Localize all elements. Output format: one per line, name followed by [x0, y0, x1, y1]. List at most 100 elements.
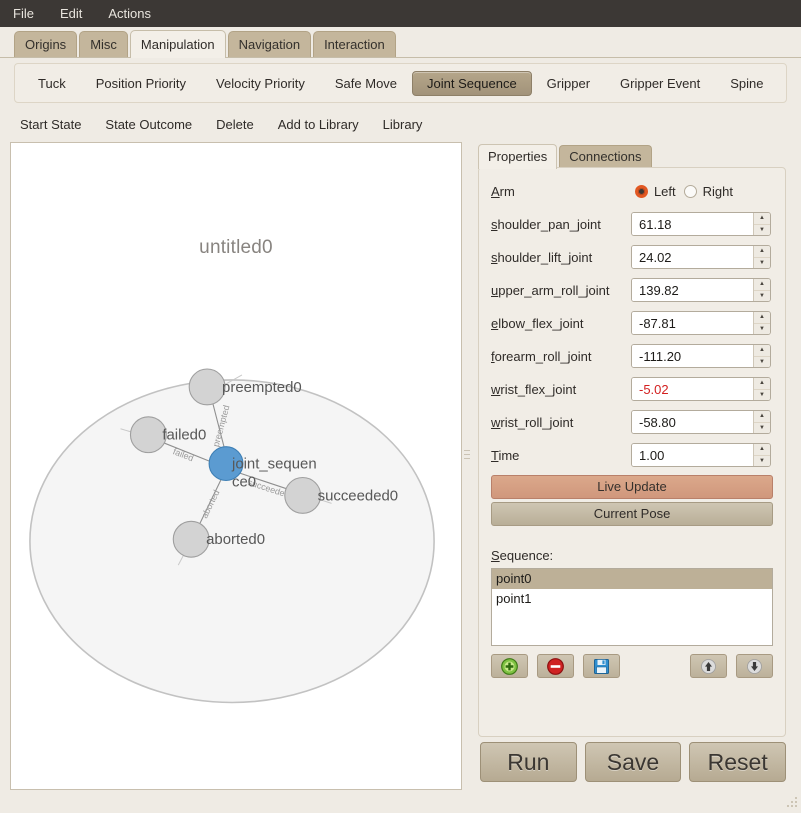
radio-arm-right[interactable]: Right [684, 184, 733, 199]
mode-safe-move[interactable]: Safe Move [320, 71, 412, 96]
spin-value[interactable]: 139.82 [632, 279, 753, 301]
save-sequence-button[interactable] [583, 654, 620, 678]
tab-origins[interactable]: Origins [14, 31, 77, 57]
field-row-forearm-roll-joint: forearm_roll_joint -111.20 ▲ ▼ [491, 343, 773, 369]
tab-misc[interactable]: Misc [79, 31, 128, 57]
mode-velocity-priority[interactable]: Velocity Priority [201, 71, 320, 96]
spin-value[interactable]: 61.18 [632, 213, 753, 235]
main-tab-strip: Origins Misc Manipulation Navigation Int… [0, 27, 801, 58]
properties-form: Arm Left Right shoulder_pan_jo [478, 167, 786, 737]
reset-button[interactable]: Reset [689, 742, 786, 782]
menu-item-actions[interactable]: Actions [105, 4, 154, 23]
list-item[interactable]: point0 [492, 569, 772, 589]
spin-value[interactable]: -5.02 [632, 378, 753, 400]
spin-buttons[interactable]: ▲ ▼ [753, 378, 770, 400]
mode-gripper[interactable]: Gripper [532, 71, 605, 96]
action-library[interactable]: Library [383, 117, 423, 132]
tab-properties[interactable]: Properties [478, 144, 557, 169]
move-down-button[interactable] [736, 654, 773, 678]
radio-unselected-icon [684, 185, 697, 198]
menu-item-file[interactable]: File [10, 4, 37, 23]
spin-down-icon[interactable]: ▼ [754, 423, 770, 434]
mode-toolbar: Tuck Position Priority Velocity Priority… [14, 63, 787, 103]
mode-spine[interactable]: Spine [715, 71, 778, 96]
spin-value[interactable]: 1.00 [632, 444, 753, 466]
spin-buttons[interactable]: ▲ ▼ [753, 345, 770, 367]
mode-position-priority[interactable]: Position Priority [81, 71, 201, 96]
remove-point-button[interactable] [537, 654, 574, 678]
splitter-grip-line [464, 458, 470, 459]
resize-grip-icon[interactable] [783, 795, 799, 811]
field-row-shoulder-lift-joint: shoulder_lift_joint 24.02 ▲ ▼ [491, 244, 773, 270]
spinbox-shoulder-lift-joint[interactable]: 24.02 ▲ ▼ [631, 245, 771, 269]
spin-down-icon[interactable]: ▼ [754, 357, 770, 368]
spin-up-icon[interactable]: ▲ [754, 213, 770, 225]
spin-up-icon[interactable]: ▲ [754, 279, 770, 291]
spinbox-upper-arm-roll-joint[interactable]: 139.82 ▲ ▼ [631, 278, 771, 302]
tab-manipulation[interactable]: Manipulation [130, 30, 226, 58]
spin-up-icon[interactable]: ▲ [754, 378, 770, 390]
add-point-button[interactable] [491, 654, 528, 678]
arm-radio-group: Left Right [631, 184, 773, 199]
node-label-succeeded0: succeeded0 [318, 487, 398, 504]
spin-buttons[interactable]: ▲ ▼ [753, 411, 770, 433]
label-time: Time [491, 448, 631, 463]
action-state-outcome[interactable]: State Outcome [105, 117, 192, 132]
tab-interaction[interactable]: Interaction [313, 31, 396, 57]
label-elbow-flex-joint: elbow_flex_joint [491, 316, 631, 331]
action-delete[interactable]: Delete [216, 117, 254, 132]
spin-buttons[interactable]: ▲ ▼ [753, 279, 770, 301]
spinbox-elbow-flex-joint[interactable]: -87.81 ▲ ▼ [631, 311, 771, 335]
action-start-state[interactable]: Start State [20, 117, 81, 132]
current-pose-button[interactable]: Current Pose [491, 502, 773, 526]
run-button[interactable]: Run [480, 742, 577, 782]
spin-buttons[interactable]: ▲ ▼ [753, 312, 770, 334]
node-preempted0[interactable] [189, 369, 225, 405]
right-panel: Properties Connections Arm Left Right [472, 142, 792, 790]
spin-value[interactable]: -87.81 [632, 312, 753, 334]
save-button[interactable]: Save [585, 742, 682, 782]
spin-value[interactable]: -58.80 [632, 411, 753, 433]
node-aborted0[interactable] [173, 521, 209, 557]
spin-down-icon[interactable]: ▼ [754, 225, 770, 236]
spin-up-icon[interactable]: ▲ [754, 312, 770, 324]
spin-buttons[interactable]: ▲ ▼ [753, 213, 770, 235]
mode-tuck[interactable]: Tuck [23, 71, 81, 96]
state-machine-canvas[interactable]: untitled0 [10, 142, 462, 790]
spin-down-icon[interactable]: ▼ [754, 390, 770, 401]
spinbox-wrist-flex-joint[interactable]: -5.02 ▲ ▼ [631, 377, 771, 401]
spinbox-shoulder-pan-joint[interactable]: 61.18 ▲ ▼ [631, 212, 771, 236]
tab-navigation[interactable]: Navigation [228, 31, 311, 57]
move-up-button[interactable] [690, 654, 727, 678]
node-label-joint-sequence0-line2: ce0 [232, 473, 256, 490]
live-update-button[interactable]: Live Update [491, 475, 773, 499]
spin-buttons[interactable]: ▲ ▼ [753, 444, 770, 466]
node-failed0[interactable] [130, 417, 166, 453]
spin-value[interactable]: -111.20 [632, 345, 753, 367]
mode-joint-sequence[interactable]: Joint Sequence [412, 71, 532, 96]
action-add-to-library[interactable]: Add to Library [278, 117, 359, 132]
pane-splitter[interactable] [463, 142, 471, 790]
spin-up-icon[interactable]: ▲ [754, 246, 770, 258]
spinbox-time[interactable]: 1.00 ▲ ▼ [631, 443, 771, 467]
spin-up-icon[interactable]: ▲ [754, 444, 770, 456]
spinbox-forearm-roll-joint[interactable]: -111.20 ▲ ▼ [631, 344, 771, 368]
tab-connections[interactable]: Connections [559, 145, 651, 168]
mode-gripper-event[interactable]: Gripper Event [605, 71, 715, 96]
spin-buttons[interactable]: ▲ ▼ [753, 246, 770, 268]
state-machine-graph[interactable]: preempted failed succeeded aborted preem… [11, 143, 461, 788]
sequence-list[interactable]: point0 point1 [491, 568, 773, 646]
spin-down-icon[interactable]: ▼ [754, 456, 770, 467]
spinbox-wrist-roll-joint[interactable]: -58.80 ▲ ▼ [631, 410, 771, 434]
spin-up-icon[interactable]: ▲ [754, 345, 770, 357]
node-succeeded0[interactable] [285, 478, 321, 514]
spin-down-icon[interactable]: ▼ [754, 324, 770, 335]
menu-item-edit[interactable]: Edit [57, 4, 85, 23]
spin-down-icon[interactable]: ▼ [754, 291, 770, 302]
field-row-wrist-flex-joint: wrist_flex_joint -5.02 ▲ ▼ [491, 376, 773, 402]
radio-arm-left[interactable]: Left [635, 184, 676, 199]
list-item[interactable]: point1 [492, 589, 772, 609]
spin-value[interactable]: 24.02 [632, 246, 753, 268]
spin-up-icon[interactable]: ▲ [754, 411, 770, 423]
spin-down-icon[interactable]: ▼ [754, 258, 770, 269]
